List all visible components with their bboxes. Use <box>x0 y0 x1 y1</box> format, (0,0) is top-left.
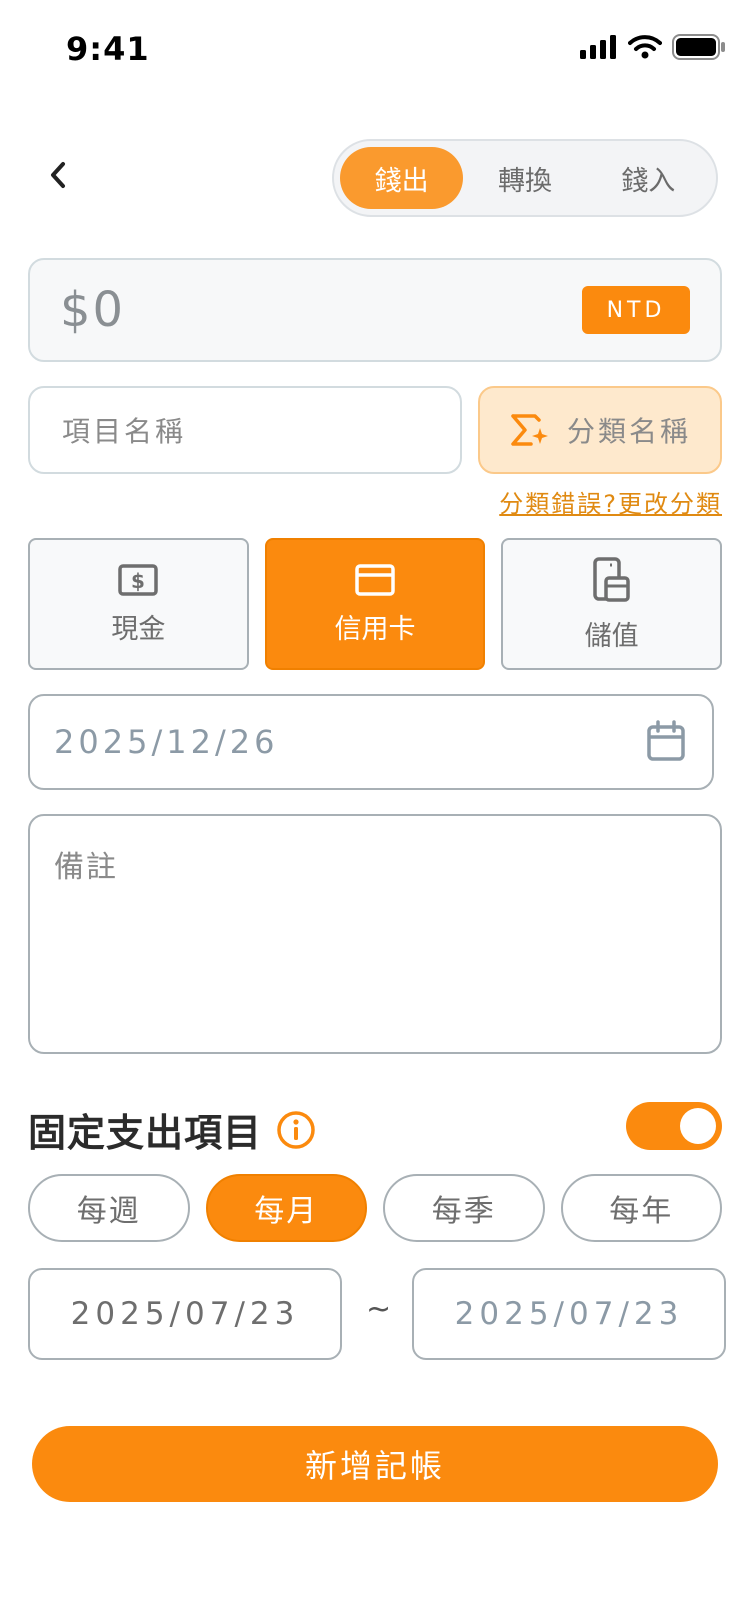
tab-income[interactable]: 錢入 <box>587 147 710 209</box>
tab-expense[interactable]: 錢出 <box>340 147 464 209</box>
payment-stored-value[interactable]: 儲值 <box>501 538 723 670</box>
date-value: 2025/12/26 <box>54 723 279 761</box>
range-end-field[interactable]: 2025/07/23 <box>412 1268 726 1360</box>
frequency-group: 每週 每月 每季 每年 <box>28 1174 722 1242</box>
svg-text:$: $ <box>131 569 145 593</box>
credit-card-icon <box>355 563 395 596</box>
frequency-weekly[interactable]: 每週 <box>28 1174 190 1242</box>
payment-credit-card-label: 信用卡 <box>334 613 416 645</box>
transaction-type-tabs: 錢出 轉換 錢入 <box>332 139 718 217</box>
category-button[interactable]: 分類名稱 <box>478 386 722 474</box>
header: 錢出 轉換 錢入 <box>0 135 750 217</box>
toggle-knob <box>680 1108 716 1144</box>
amount-field[interactable]: $0 NTD <box>28 258 722 362</box>
category-label: 分類名稱 <box>566 415 691 448</box>
range-separator: ~ <box>366 1292 392 1327</box>
frequency-quarterly[interactable]: 每季 <box>383 1174 545 1242</box>
change-category-link[interactable]: 分類錯誤?更改分類 <box>499 484 722 519</box>
date-field[interactable]: 2025/12/26 <box>28 694 714 790</box>
fixed-expense-toggle[interactable] <box>626 1102 722 1150</box>
fixed-expense-header: 固定支出項目 <box>28 1102 316 1157</box>
info-icon[interactable] <box>276 1110 316 1150</box>
memo-input[interactable]: 備註 <box>28 814 722 1054</box>
date-range: 2025/07/23 ~ 2025/07/23 <box>28 1268 726 1360</box>
chevron-left-icon <box>51 162 65 188</box>
amount-value: $0 <box>60 282 126 338</box>
submit-button[interactable]: 新增記帳 <box>32 1426 718 1502</box>
stored-value-icon <box>592 556 630 602</box>
payment-cash-label: 現金 <box>111 613 166 645</box>
calendar-icon[interactable] <box>646 720 686 762</box>
item-name-input[interactable]: 項目名稱 <box>28 386 462 474</box>
status-time: 9:41 <box>66 30 150 68</box>
status-icons <box>580 34 726 60</box>
ai-category-icon <box>511 414 548 446</box>
back-button[interactable] <box>36 153 80 197</box>
payment-credit-card[interactable]: 信用卡 <box>264 538 486 670</box>
cash-icon: $ <box>118 563 159 596</box>
signal-icon <box>580 35 616 59</box>
payment-stored-value-label: 儲值 <box>584 620 639 652</box>
range-start-field[interactable]: 2025/07/23 <box>28 1268 342 1360</box>
status-bar: 9:41 <box>0 0 750 100</box>
payment-cash[interactable]: $ 現金 <box>28 538 249 670</box>
frequency-monthly[interactable]: 每月 <box>205 1174 367 1242</box>
battery-icon <box>672 34 725 60</box>
tab-transfer[interactable]: 轉換 <box>463 147 586 209</box>
currency-button[interactable]: NTD <box>582 286 690 334</box>
wifi-icon <box>628 35 662 59</box>
frequency-yearly[interactable]: 每年 <box>560 1174 722 1242</box>
payment-method-group: $ 現金 信用卡 儲值 <box>28 538 723 670</box>
fixed-expense-title: 固定支出項目 <box>28 1111 263 1155</box>
